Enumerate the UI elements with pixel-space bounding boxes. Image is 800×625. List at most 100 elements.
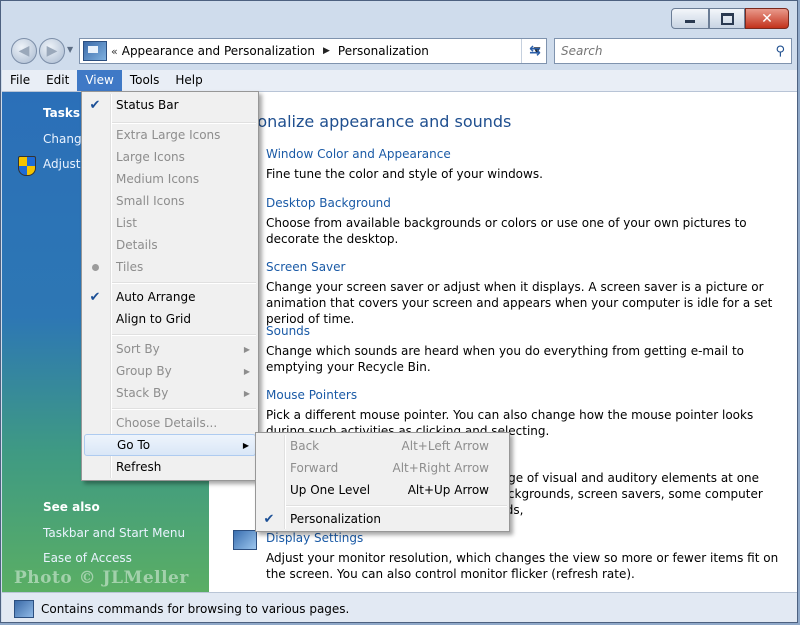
menu-view[interactable]: View	[77, 70, 122, 91]
task-item-partial: e range of visual and auditory elements …	[477, 470, 787, 518]
status-bar: Contains commands for browsing to variou…	[2, 592, 797, 622]
menu-item-label: Large Icons	[116, 150, 185, 164]
view-menu: ✔ Status Bar Extra Large Icons Large Ico…	[81, 91, 259, 481]
tasks-heading: Tasks	[43, 106, 81, 120]
refresh-button[interactable]: ⇆	[521, 39, 548, 63]
task-item: Screen Saver Change your screen saver or…	[266, 260, 786, 327]
menu-item-auto-arrange[interactable]: ✔ Auto Arrange	[84, 286, 256, 308]
task-item: Display Settings Adjust your monitor res…	[266, 531, 786, 582]
menu-item-label: Details	[116, 238, 158, 252]
menu-item-medium-icons[interactable]: Medium Icons	[84, 168, 256, 190]
recent-pages-dropdown[interactable]: ▼	[67, 45, 73, 54]
link-sounds[interactable]: Sounds	[266, 324, 786, 338]
menu-item-label: Choose Details...	[116, 416, 218, 430]
minimize-button[interactable]	[671, 8, 709, 29]
explorer-window: ✕ ◀ ▶ ▼ « Appearance and Personalization…	[0, 0, 798, 623]
breadcrumb-personalization[interactable]: Personalization	[338, 44, 429, 58]
search-box[interactable]: ⚲	[554, 38, 792, 64]
menu-item-stack-by[interactable]: Stack By ▶	[84, 382, 256, 404]
item-description: Fine tune the color and style of your wi…	[266, 167, 543, 181]
search-input[interactable]	[559, 43, 763, 59]
item-description: Change your screen saver or adjust when …	[266, 280, 773, 326]
breadcrumb-appearance[interactable]: Appearance and Personalization	[122, 44, 315, 58]
submenu-arrow-icon: ▶	[243, 388, 250, 398]
menu-item-label: Tiles	[116, 260, 144, 274]
search-icon[interactable]: ⚲	[775, 44, 785, 59]
menu-help[interactable]: Help	[167, 70, 210, 91]
address-bar[interactable]: « Appearance and Personalization ▶ Perso…	[79, 38, 547, 64]
see-also-taskbar[interactable]: Taskbar and Start Menu	[43, 526, 185, 540]
menu-item-forward[interactable]: Forward Alt+Right Arrow	[258, 457, 507, 479]
forward-button[interactable]: ▶	[39, 38, 65, 64]
menu-item-up-one-level[interactable]: Up One Level Alt+Up Arrow	[258, 479, 507, 501]
menu-item-small-icons[interactable]: Small Icons	[84, 190, 256, 212]
shortcut-label: Alt+Left Arrow	[401, 439, 489, 453]
task-item: Window Color and Appearance Fine tune th…	[266, 147, 786, 182]
menu-item-status-bar[interactable]: ✔ Status Bar	[84, 94, 256, 116]
task-item: Desktop Background Choose from available…	[266, 196, 786, 247]
refresh-icon: ⇆	[529, 43, 541, 59]
menu-separator	[112, 334, 256, 336]
menu-item-label: Medium Icons	[116, 172, 200, 186]
see-also-heading: See also	[43, 500, 100, 514]
goto-submenu: Back Alt+Left Arrow Forward Alt+Right Arro…	[255, 432, 510, 532]
close-icon: ✕	[761, 10, 773, 27]
breadcrumb-separator-icon[interactable]: ▶	[323, 46, 330, 56]
link-screen-saver[interactable]: Screen Saver	[266, 260, 786, 274]
menu-item-align-to-grid[interactable]: Align to Grid	[84, 308, 256, 330]
check-icon: ✔	[263, 511, 275, 527]
task-item: Sounds Change which sounds are heard whe…	[266, 324, 786, 375]
caption-buttons: ✕	[671, 8, 789, 29]
link-desktop-background[interactable]: Desktop Background	[266, 196, 786, 210]
menu-item-details[interactable]: Details	[84, 234, 256, 256]
menu-item-large-icons[interactable]: Large Icons	[84, 146, 256, 168]
link-window-color[interactable]: Window Color and Appearance	[266, 147, 786, 161]
menu-item-list[interactable]: List	[84, 212, 256, 234]
back-button[interactable]: ◀	[11, 38, 37, 64]
minimize-icon	[685, 20, 695, 23]
menu-item-choose-details[interactable]: Choose Details...	[84, 412, 256, 434]
menu-item-refresh[interactable]: Refresh	[84, 456, 256, 478]
menu-item-label: Up One Level	[290, 483, 371, 497]
menu-edit[interactable]: Edit	[38, 70, 77, 91]
breadcrumb-overflow[interactable]: «	[111, 45, 118, 58]
menu-item-extra-large-icons[interactable]: Extra Large Icons	[84, 124, 256, 146]
item-description: Change which sounds are heard when you d…	[266, 344, 744, 374]
page-title: sonalize appearance and sounds	[249, 112, 512, 131]
submenu-arrow-icon: ▶	[243, 344, 250, 354]
menu-item-go-to[interactable]: Go To ▶	[84, 434, 256, 456]
uac-shield-icon	[18, 156, 36, 176]
forward-arrow-icon: ▶	[46, 43, 58, 59]
close-button[interactable]: ✕	[745, 8, 789, 29]
menu-item-personalization[interactable]: ✔ Personalization	[258, 508, 507, 530]
menu-file[interactable]: File	[2, 70, 38, 91]
shortcut-label: Alt+Right Arrow	[392, 461, 489, 475]
menu-item-label: Auto Arrange	[116, 290, 196, 304]
menu-item-label: List	[116, 216, 137, 230]
menu-bar: File Edit View Tools Help	[2, 70, 797, 92]
menu-item-label: Extra Large Icons	[116, 128, 221, 142]
menu-item-back[interactable]: Back Alt+Left Arrow	[258, 435, 507, 457]
control-panel-icon	[83, 41, 107, 61]
task-link-adjust[interactable]: Adjust	[43, 157, 81, 171]
menu-tools[interactable]: Tools	[122, 70, 168, 91]
link-display-settings[interactable]: Display Settings	[266, 531, 786, 545]
maximize-button[interactable]	[709, 8, 745, 29]
see-also-ease-of-access[interactable]: Ease of Access	[43, 551, 132, 565]
menu-item-label: Status Bar	[116, 98, 179, 112]
menu-item-tiles[interactable]: Tiles	[84, 256, 256, 278]
item-description: Adjust your monitor resolution, which ch…	[266, 551, 779, 581]
submenu-arrow-icon: ▶	[243, 366, 250, 376]
photo-watermark: Photo © JLMeller	[14, 568, 189, 588]
submenu-arrow-icon: ▶	[242, 440, 249, 450]
status-control-panel-icon	[14, 599, 34, 618]
link-mouse-pointers[interactable]: Mouse Pointers	[266, 388, 786, 402]
menu-item-label: Back	[290, 439, 320, 453]
menu-item-sort-by[interactable]: Sort By ▶	[84, 338, 256, 360]
menu-item-label: Personalization	[290, 512, 381, 526]
menu-separator	[286, 505, 507, 507]
menu-item-group-by[interactable]: Group By ▶	[84, 360, 256, 382]
menu-item-label: Small Icons	[116, 194, 185, 208]
status-text: Contains commands for browsing to variou…	[41, 601, 350, 616]
maximize-icon	[720, 12, 734, 25]
